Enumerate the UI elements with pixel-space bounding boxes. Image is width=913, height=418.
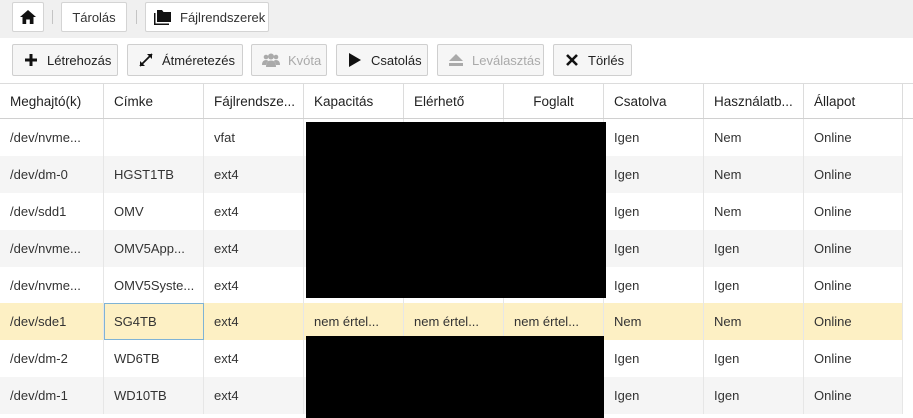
cell-device: /dev/nvme... xyxy=(0,267,104,304)
expand-icon xyxy=(138,52,154,68)
unmount-button[interactable]: Leválasztás xyxy=(437,44,544,76)
cell-status: Online xyxy=(804,303,903,340)
cell-in-use: Nem xyxy=(704,119,804,156)
column-header-available[interactable]: Elérhető xyxy=(404,84,504,118)
cell-device: /dev/sde1 xyxy=(0,303,104,340)
column-header-status[interactable]: Állapot xyxy=(804,84,903,118)
breadcrumb-filesystems[interactable]: Fájlrendszerek xyxy=(145,2,269,32)
close-icon xyxy=(564,52,580,68)
cell-label: OMV xyxy=(104,193,204,230)
cell-device: /dev/dm-0 xyxy=(0,156,104,193)
table-header: Meghajtó(k) Címke Fájlrendsze... Kapacit… xyxy=(0,84,913,119)
column-header-mounted[interactable]: Csatolva xyxy=(604,84,704,118)
column-header-used[interactable]: Foglalt xyxy=(504,84,604,118)
cell-filesystem: ext4 xyxy=(204,303,304,340)
breadcrumb-filesystems-label: Fájlrendszerek xyxy=(180,9,266,25)
breadcrumb-storage[interactable]: Tárolás xyxy=(61,2,127,32)
play-icon xyxy=(347,52,363,68)
cell-device: /dev/nvme... xyxy=(0,119,104,156)
column-header-in-use[interactable]: Használatb... xyxy=(704,84,804,118)
cell-available: nem értel... xyxy=(404,303,504,340)
cell-filesystem: ext4 xyxy=(204,377,304,414)
cell-label: OMV5Syste... xyxy=(104,267,204,304)
cell-filesystem: ext4 xyxy=(204,156,304,193)
cell-capacity: nem értel... xyxy=(304,303,404,340)
column-header-label[interactable]: Címke xyxy=(104,84,204,118)
redacted-area xyxy=(306,336,604,418)
cell-label: WD10TB xyxy=(104,377,204,414)
cell-mounted: Igen xyxy=(604,377,704,414)
cell-status: Online xyxy=(804,193,903,230)
cell-mounted: Nem xyxy=(604,303,704,340)
quota-button[interactable]: Kvóta xyxy=(251,44,327,76)
column-header-filesystem[interactable]: Fájlrendsze... xyxy=(204,84,304,118)
home-button[interactable] xyxy=(12,2,44,32)
cell-in-use: Igen xyxy=(704,267,804,304)
cell-mounted: Igen xyxy=(604,193,704,230)
cell-status: Online xyxy=(804,119,903,156)
home-icon xyxy=(20,10,36,24)
mount-button-label: Csatolás xyxy=(371,52,422,68)
cell-filesystem: vfat xyxy=(204,119,304,156)
cell-mounted: Igen xyxy=(604,119,704,156)
cell-label: SG4TB xyxy=(104,303,204,340)
cell-in-use: Nem xyxy=(704,156,804,193)
create-button[interactable]: Létrehozás xyxy=(12,44,118,76)
cell-status: Online xyxy=(804,230,903,267)
mount-button[interactable]: Csatolás xyxy=(336,44,428,76)
column-header-capacity[interactable]: Kapacitás xyxy=(304,84,404,118)
cell-filesystem: ext4 xyxy=(204,267,304,304)
cell-status: Online xyxy=(804,377,903,414)
plus-icon xyxy=(23,52,39,68)
cell-status: Online xyxy=(804,340,903,377)
delete-button[interactable]: Törlés xyxy=(553,44,632,76)
breadcrumb-separator xyxy=(136,10,137,24)
cell-status: Online xyxy=(804,156,903,193)
cell-device: /dev/dm-1 xyxy=(0,377,104,414)
resize-button-label: Átméretezés xyxy=(162,52,235,68)
breadcrumb-storage-label: Tárolás xyxy=(72,9,116,25)
cell-filesystem: ext4 xyxy=(204,193,304,230)
breadcrumb: Tárolás Fájlrendszerek xyxy=(0,0,913,38)
cell-label: WD6TB xyxy=(104,340,204,377)
cell-label: HGST1TB xyxy=(104,156,204,193)
eject-icon xyxy=(448,52,464,68)
cell-mounted: Igen xyxy=(604,156,704,193)
cell-status: Online xyxy=(804,267,903,304)
quota-button-label: Kvóta xyxy=(288,52,322,68)
table-row[interactable]: /dev/sde1 SG4TB ext4 nem értel... nem értel.… xyxy=(0,303,903,340)
cell-mounted: Igen xyxy=(604,340,704,377)
cell-in-use: Igen xyxy=(704,230,804,267)
delete-button-label: Törlés xyxy=(588,52,625,68)
cell-filesystem: ext4 xyxy=(204,230,304,267)
breadcrumb-separator xyxy=(52,10,53,24)
cell-mounted: Igen xyxy=(604,230,704,267)
cell-in-use: Nem xyxy=(704,303,804,340)
column-header-device[interactable]: Meghajtó(k) xyxy=(0,84,104,118)
redacted-area xyxy=(306,122,606,298)
users-icon xyxy=(262,52,280,68)
cell-device: /dev/dm-2 xyxy=(0,340,104,377)
cell-used: nem értel... xyxy=(504,303,604,340)
cell-device: /dev/sdd1 xyxy=(0,193,104,230)
cell-label: OMV5App... xyxy=(104,230,204,267)
cell-in-use: Nem xyxy=(704,193,804,230)
cell-mounted: Igen xyxy=(604,267,704,304)
cell-in-use: Igen xyxy=(704,377,804,414)
resize-button[interactable]: Átméretezés xyxy=(127,44,243,76)
cell-label xyxy=(104,119,204,156)
folder-icon xyxy=(154,9,172,25)
toolbar: Létrehozás Átméretezés Kvóta Csatolás Le… xyxy=(0,38,913,84)
create-button-label: Létrehozás xyxy=(47,52,112,68)
unmount-button-label: Leválasztás xyxy=(472,52,541,68)
cell-filesystem: ext4 xyxy=(204,340,304,377)
cell-in-use: Igen xyxy=(704,340,804,377)
cell-device: /dev/nvme... xyxy=(0,230,104,267)
